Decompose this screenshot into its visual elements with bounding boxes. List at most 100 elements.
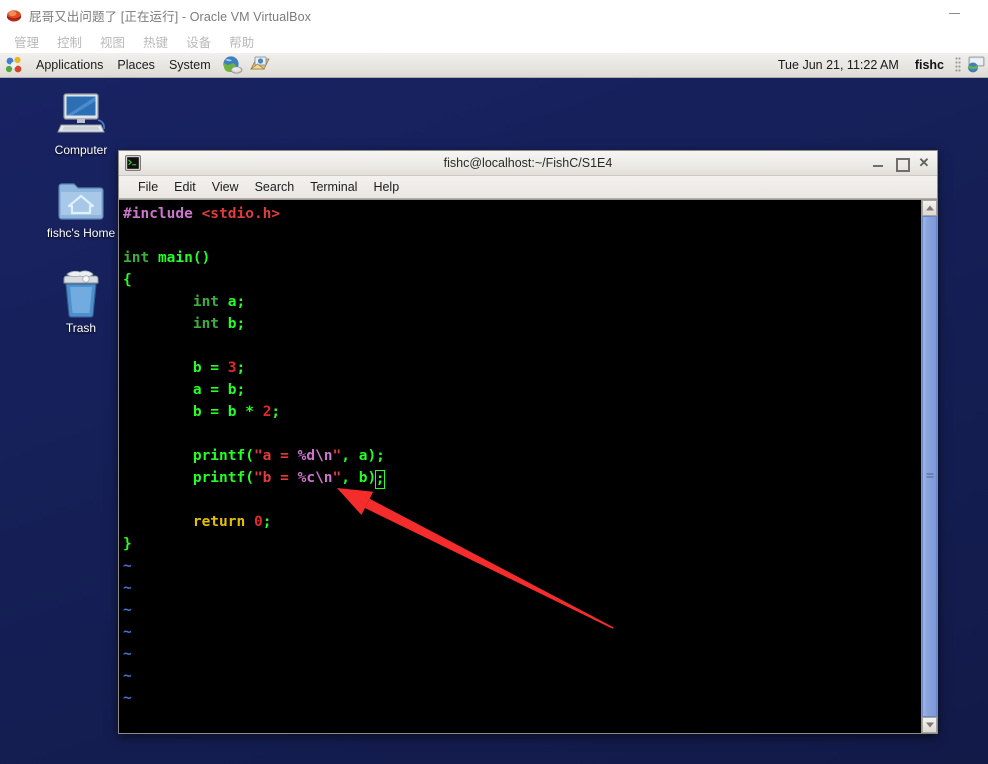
- panel-drag-handle[interactable]: [955, 57, 961, 73]
- vbox-menu-devices[interactable]: 设备: [177, 32, 220, 51]
- trash-icon: [31, 268, 131, 318]
- vim-status-line: "test.c" 16L, 141C 13,23-30 All: [123, 708, 917, 730]
- code-token: a = b;: [123, 382, 246, 398]
- terminal-menu-edit[interactable]: Edit: [166, 179, 204, 195]
- code-token: b =: [123, 360, 228, 376]
- scrollbar-grip-icon: [926, 473, 933, 479]
- scrollbar-track[interactable]: [922, 216, 937, 717]
- code-line: #include <stdio.h>: [123, 203, 921, 225]
- terminal-menu-view[interactable]: View: [204, 179, 247, 195]
- web-browser-icon[interactable]: [221, 54, 243, 76]
- network-monitor-icon[interactable]: [964, 55, 986, 75]
- terminal-titlebar[interactable]: fishc@localhost:~/FishC/S1E4 ✕: [119, 151, 937, 176]
- gnome-foot-icon[interactable]: [4, 55, 24, 75]
- code-line: ~: [123, 577, 921, 599]
- scrollbar-thumb[interactable]: [922, 216, 937, 717]
- code-token: %c\n: [297, 470, 333, 486]
- code-token: return: [192, 514, 246, 530]
- panel-menu-places[interactable]: Places: [110, 56, 162, 74]
- desktop-icon-label: fishc's Home: [46, 226, 116, 240]
- terminal-menu-file[interactable]: File: [130, 179, 166, 195]
- minimize-button[interactable]: [872, 157, 884, 169]
- code-line: int b;: [123, 313, 921, 335]
- code-line: return 0;: [123, 511, 921, 533]
- gnome-top-panel: Applications Places System Tue Jun 21, 1…: [0, 53, 988, 78]
- vbox-menu-hotkey[interactable]: 热键: [134, 32, 177, 51]
- code-token: ;: [262, 514, 272, 530]
- code-token: , b): [341, 470, 377, 486]
- virtualbox-menubar: 管理 控制 视图 热键 设备 帮助: [0, 30, 988, 53]
- terminal-menu-search[interactable]: Search: [247, 179, 303, 195]
- code-token: ~: [123, 690, 132, 706]
- code-token: (): [192, 250, 211, 266]
- virtualbox-title: 屁哥又出问题了 [正在运行] - Oracle VM VirtualBox: [29, 9, 311, 24]
- screen: 屁哥又出问题了 [正在运行] - Oracle VM VirtualBox 管理…: [0, 0, 988, 764]
- code-token: ;: [236, 360, 246, 376]
- code-line: int a;: [123, 291, 921, 313]
- terminal-menubar: File Edit View Search Terminal Help: [119, 176, 937, 199]
- panel-clock[interactable]: Tue Jun 21, 11:22 AM: [770, 58, 907, 72]
- vbox-menu-control[interactable]: 控制: [48, 32, 91, 51]
- code-token: "a =: [253, 448, 298, 464]
- panel-username[interactable]: fishc: [907, 58, 952, 72]
- vim-code-area: #include <stdio.h> int main() { int a; in…: [123, 203, 921, 709]
- code-line: b = b * 2;: [123, 401, 921, 423]
- code-token: int: [123, 250, 150, 266]
- code-token: ": [332, 470, 342, 486]
- code-line: ~: [123, 643, 921, 665]
- vbox-menu-help[interactable]: 帮助: [220, 32, 263, 51]
- code-token: int: [192, 294, 220, 310]
- panel-menu-applications[interactable]: Applications: [29, 56, 110, 74]
- desktop-icon-computer[interactable]: Computer: [31, 90, 131, 157]
- host-minimize-button[interactable]: [949, 13, 960, 14]
- code-token: {: [123, 272, 132, 288]
- mail-client-icon[interactable]: [249, 54, 271, 76]
- maximize-button[interactable]: [895, 157, 910, 172]
- vbox-menu-manage[interactable]: 管理: [5, 32, 48, 51]
- code-line: }: [123, 533, 921, 555]
- code-line: ~: [123, 555, 921, 577]
- scroll-down-arrow[interactable]: [922, 717, 937, 733]
- code-line: ~: [123, 687, 921, 709]
- code-token: printf(: [123, 470, 254, 486]
- close-button[interactable]: ✕: [918, 156, 930, 169]
- vbox-menu-view[interactable]: 视图: [91, 32, 134, 51]
- code-token: , a);: [341, 448, 385, 464]
- code-token: main: [157, 250, 193, 266]
- scroll-up-arrow[interactable]: [922, 200, 937, 216]
- code-token: a;: [219, 294, 246, 310]
- vim-editor-screen[interactable]: #include <stdio.h> int main() { int a; in…: [119, 200, 921, 733]
- terminal-body: #include <stdio.h> int main() { int a; in…: [119, 199, 937, 733]
- code-token: "b =: [253, 470, 298, 486]
- code-token: ": [332, 448, 342, 464]
- code-line: printf("b = %c\n", b);: [123, 467, 921, 489]
- code-line: {: [123, 269, 921, 291]
- code-token: <stdio.h>: [201, 206, 281, 222]
- code-token: b;: [219, 316, 246, 332]
- code-token: printf(: [123, 448, 254, 464]
- terminal-menu-terminal[interactable]: Terminal: [302, 179, 365, 195]
- code-token: ~: [123, 602, 132, 618]
- code-token: ~: [123, 646, 132, 662]
- code-line: ~: [123, 599, 921, 621]
- desktop-icon-label: Trash: [65, 321, 97, 335]
- code-token: ~: [123, 580, 132, 596]
- terminal-icon: [125, 155, 141, 171]
- computer-icon: [31, 90, 131, 140]
- panel-menu-system[interactable]: System: [162, 56, 218, 74]
- code-line: int main(): [123, 247, 921, 269]
- code-line: b = 3;: [123, 357, 921, 379]
- desktop: Computer fishc's Home Trash fishc@localh…: [0, 78, 988, 764]
- terminal-scrollbar[interactable]: [921, 200, 937, 733]
- code-token: }: [123, 536, 132, 552]
- terminal-menu-help[interactable]: Help: [365, 179, 407, 195]
- desktop-icon-trash[interactable]: Trash: [31, 268, 131, 335]
- desktop-icon-home[interactable]: fishc's Home: [31, 173, 131, 240]
- terminal-window: fishc@localhost:~/FishC/S1E4 ✕ File Edit…: [118, 150, 938, 734]
